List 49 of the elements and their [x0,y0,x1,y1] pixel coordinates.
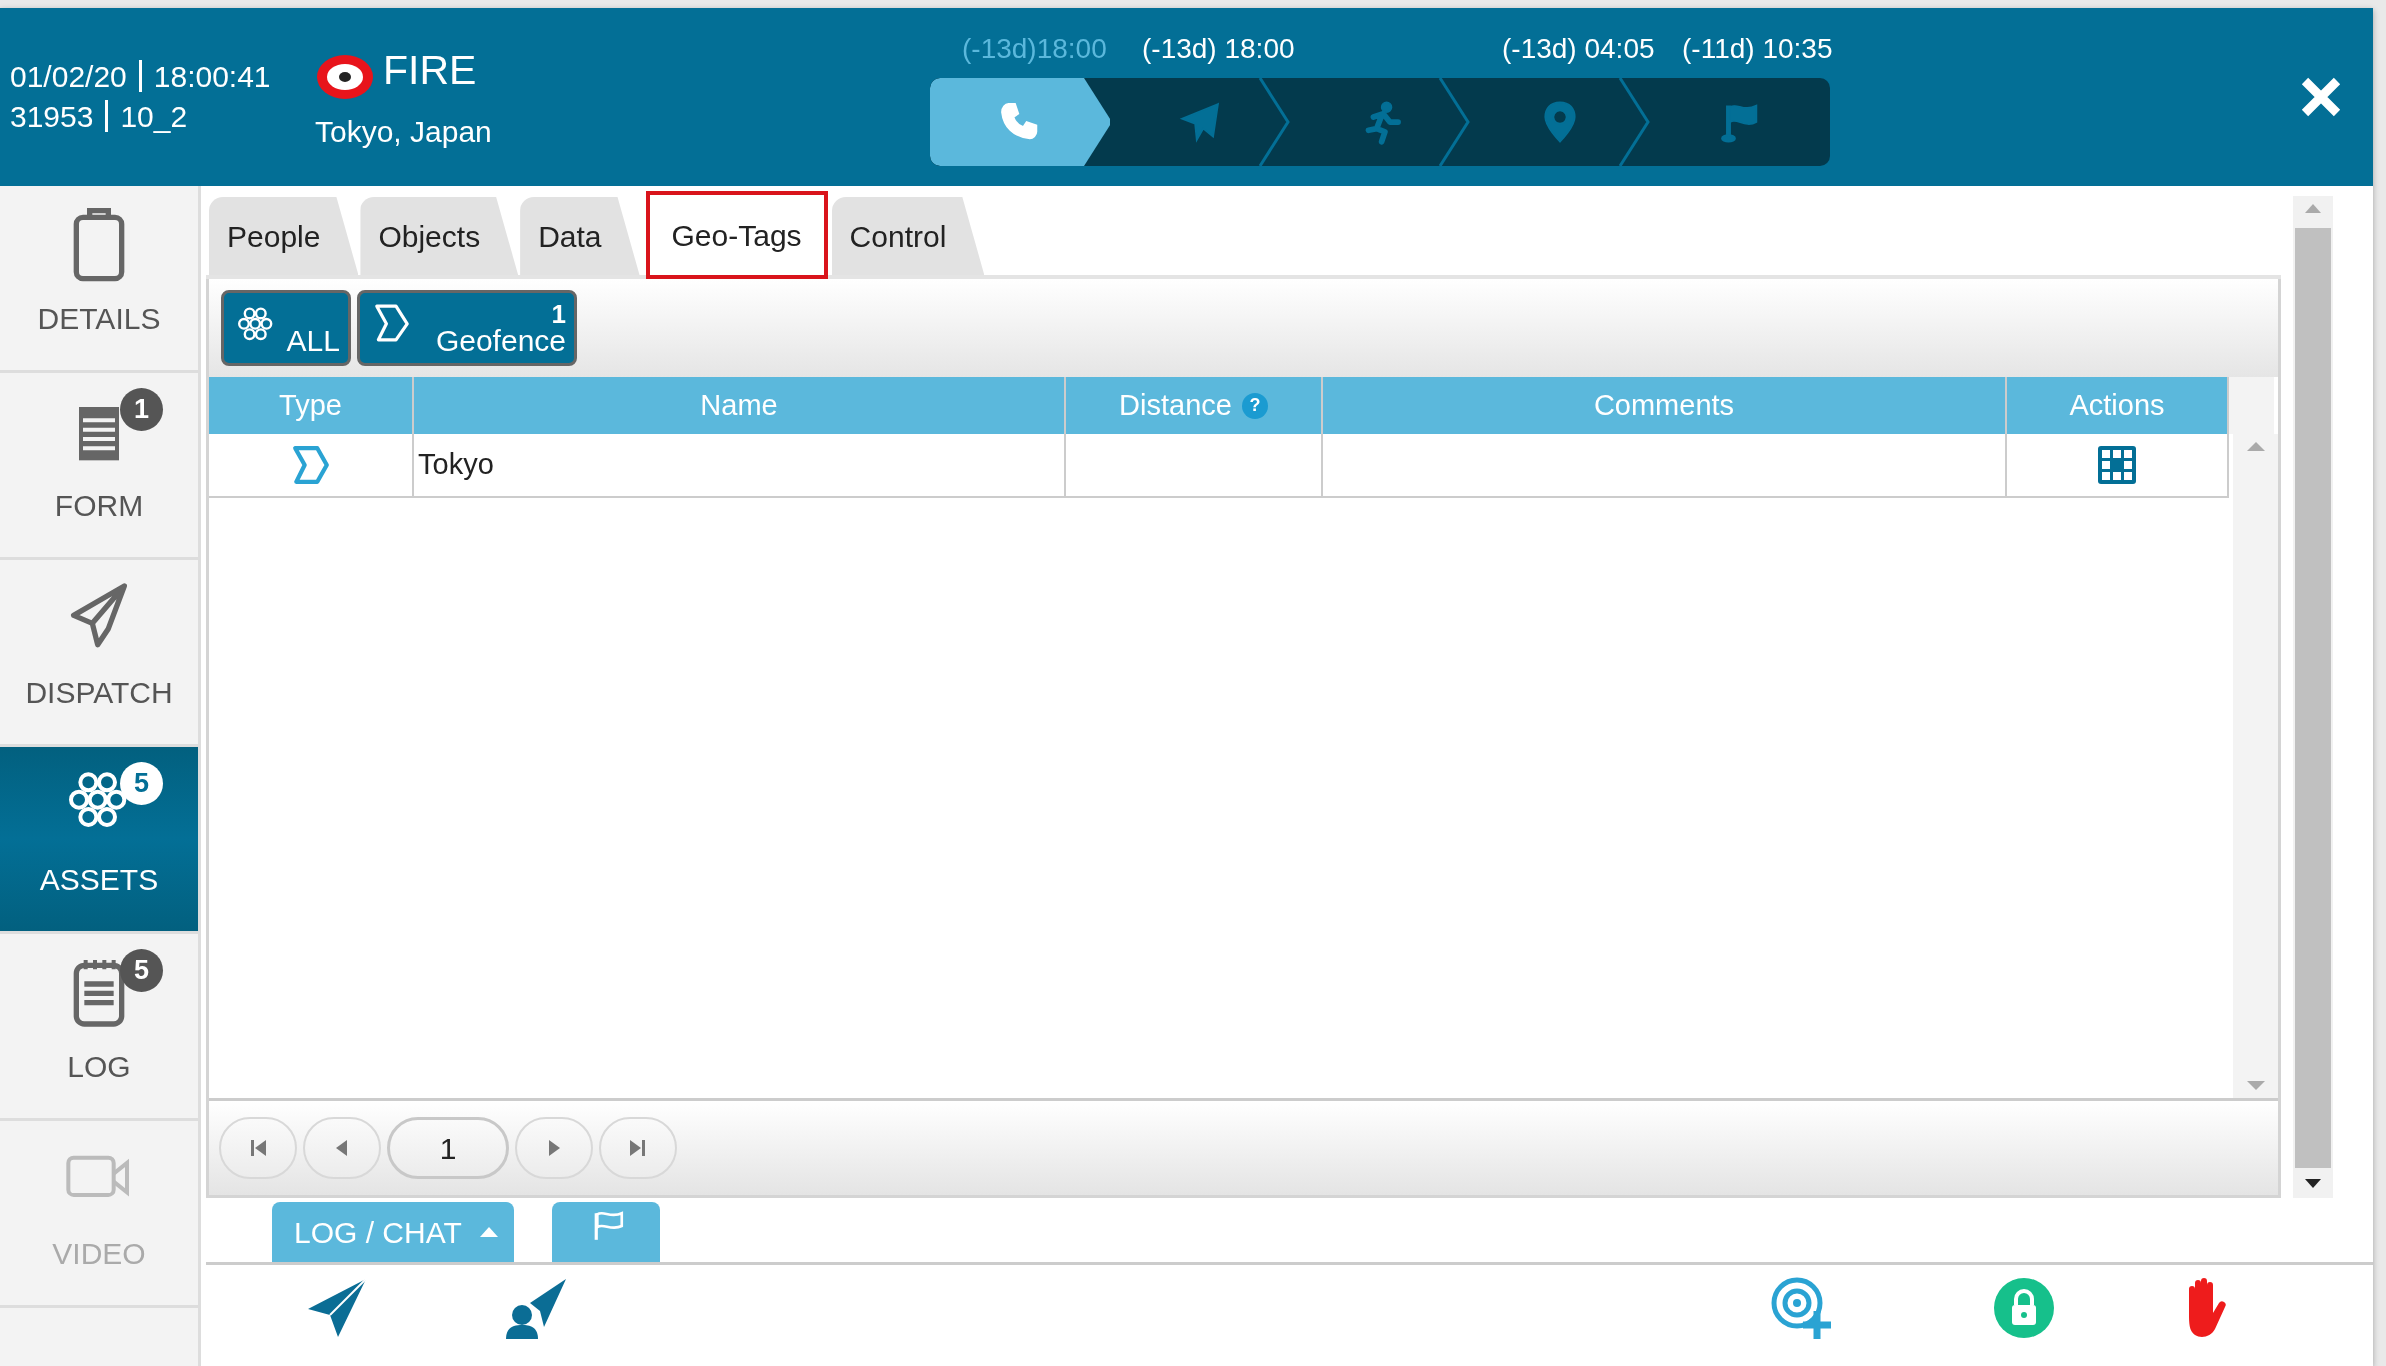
incident-location: Tokyo, Japan [315,114,492,151]
step-time: (-13d) 04:05 [1502,33,1655,64]
scroll-down-icon[interactable] [2304,1178,2322,1190]
sidebar-item[interactable]: ASSETS 5 [0,747,198,934]
table-cell: Tokyo [414,434,1066,498]
sidebar-item[interactable]: FORM 1 [0,373,198,560]
incident-date: 01/02/20 [10,60,127,93]
sidebar-item[interactable]: LOG 5 [0,934,198,1121]
target-icon [315,53,375,102]
incident-time: 18:00:41 [153,60,271,93]
polygon-icon [372,303,412,343]
count-badge: 1 [120,388,163,431]
filter-button[interactable]: ALL [221,290,351,366]
lock-icon [1991,1275,2057,1341]
tab[interactable]: Geo-Tags [645,191,828,279]
step-time: (-13d) 18:00 [1142,33,1295,64]
tab[interactable]: Control [831,197,985,275]
incident-id: 31953 [10,100,94,133]
grid-icon [2097,445,2137,485]
tab[interactable]: Objects [360,197,519,275]
incident-type: FIRE [383,45,477,95]
tab[interactable]: Data [520,197,640,275]
lock-button[interactable] [1991,1275,2057,1341]
actions-button[interactable] [2097,445,2137,485]
scroll-up-icon[interactable] [2304,202,2322,214]
page-number[interactable]: 1 [387,1117,509,1179]
close-button[interactable] [2299,75,2343,119]
scrollbar[interactable] [2233,434,2278,1098]
polygon-icon [291,445,330,485]
sidebar-item[interactable]: DETAILS [0,186,198,373]
scroll-thumb[interactable] [2295,228,2331,1168]
timeline-step[interactable] [930,78,1110,166]
scroll-up-icon[interactable] [2245,440,2266,452]
flag-tab[interactable] [551,1202,660,1262]
filter-button[interactable]: Geofence 1 [357,290,577,366]
incident-code: 10_2 [120,100,188,133]
scrollbar[interactable] [2293,196,2333,1198]
first-page-icon [248,1138,268,1158]
help-icon[interactable]: ? [1241,392,1268,419]
step-time: (-13d)18:00 [962,33,1107,64]
caret-icon [479,1227,498,1237]
close-icon [2299,75,2343,119]
step-time: (-11d) 10:35 [1682,33,1833,64]
count-badge: 5 [120,762,163,805]
count-badge: 5 [120,949,163,992]
last-page-icon [628,1138,648,1158]
tab[interactable]: People [209,197,359,275]
count-label: 1 [551,298,566,329]
column-header[interactable]: Distance ? [1066,377,1323,434]
